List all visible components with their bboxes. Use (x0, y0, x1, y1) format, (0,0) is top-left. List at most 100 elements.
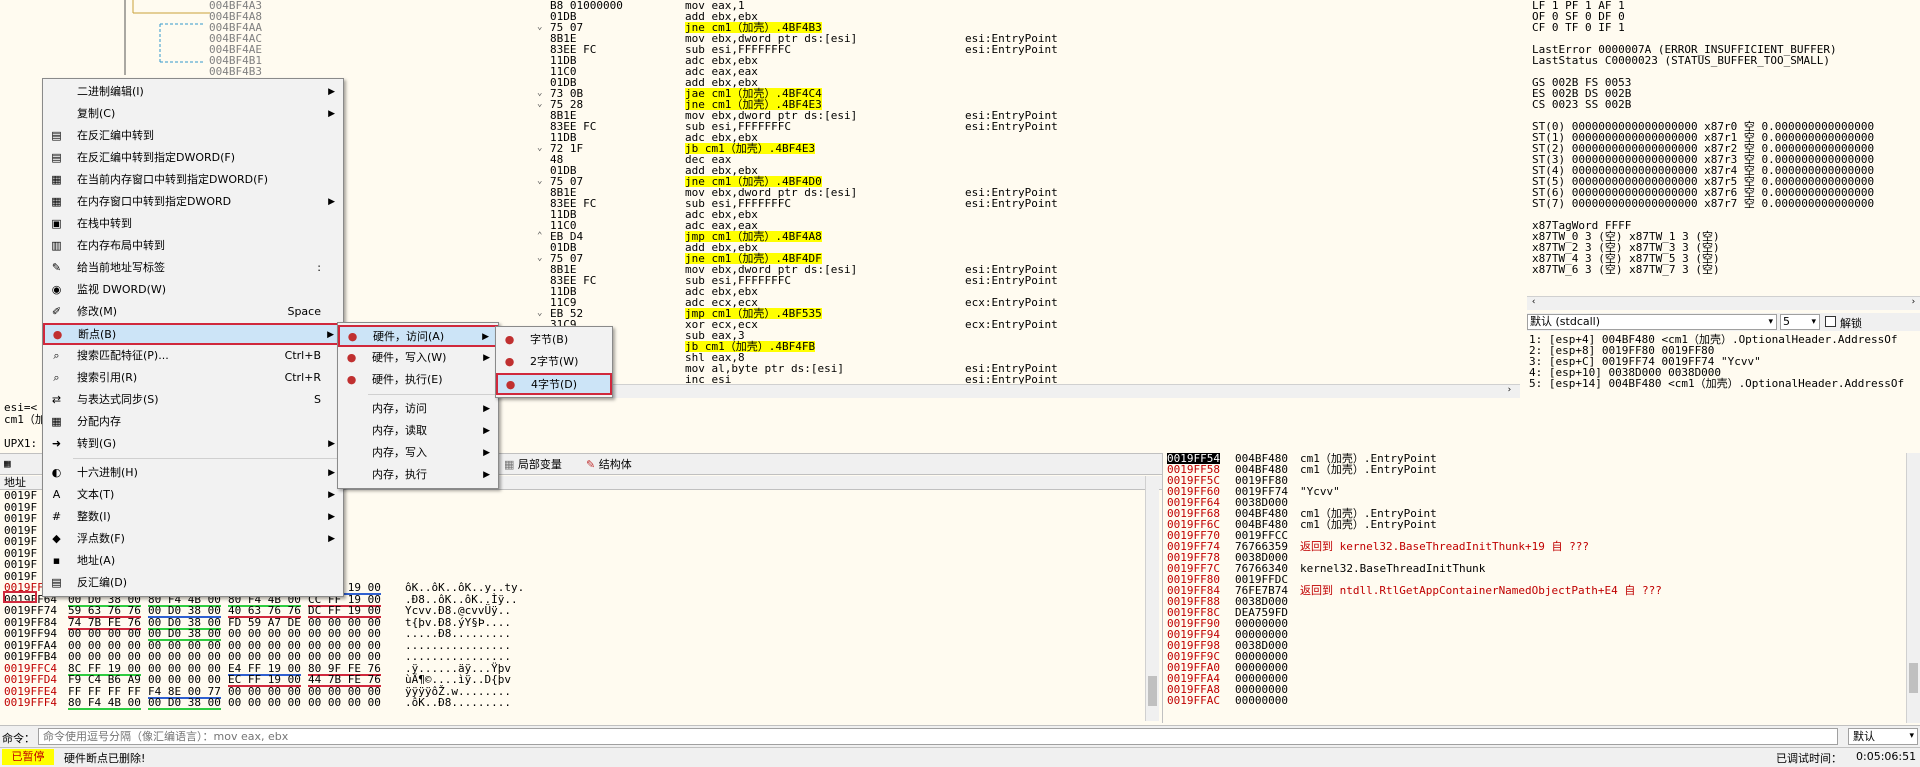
disasm-row[interactable]: 01DB add ebx,ebx (505, 11, 1520, 22)
dump-address[interactable]: 0019FFB4 (4, 651, 57, 662)
menu-item[interactable]: 内存，访问 ▶ (338, 398, 498, 420)
register-line[interactable]: CF 0 TF 0 IF 1 (1532, 22, 1874, 33)
dump-hex-group[interactable]: 00 00 00 00 (308, 640, 381, 651)
menu-item[interactable]: ● 2字节(W) (496, 351, 612, 373)
register-line[interactable]: CS 0023 SS 002B (1532, 99, 1874, 110)
dump-hex-group[interactable]: 00 00 00 00 (148, 640, 221, 651)
dump-hex-group[interactable]: 00 00 00 00 (148, 651, 221, 662)
menu-item[interactable]: ◆ 浮点数(F) ▶ (43, 528, 343, 550)
dump-address[interactable]: 0019F (4, 502, 37, 513)
stack-view[interactable]: 0019FF54 004BF480 cm1（加壳）.EntryPoint 0019FF… (1162, 453, 1920, 723)
dump-hex-group[interactable]: 00 D0 38 00 (148, 697, 221, 710)
disassembly-view[interactable]: B8 01000000 mov eax,1 01DB add ebx,ebx ⌄ 75 0… (505, 0, 1520, 384)
chevron-down-icon[interactable]: ▾ (1811, 315, 1816, 329)
menu-item[interactable]: 内存，写入 ▶ (338, 442, 498, 464)
scroll-left-icon[interactable]: ‹ (1531, 297, 1536, 307)
disasm-row[interactable]: B8 01000000 mov eax,1 (505, 0, 1520, 11)
disasm-row[interactable]: 01DB add ebx,ebx (505, 165, 1520, 176)
menu-item[interactable]: ● 4字节(D) (496, 373, 612, 395)
disasm-row[interactable]: jb cm1（加壳）.4BF4FB (505, 341, 1520, 352)
menu-item[interactable]: ◉ 监视 DWORD(W) (43, 279, 343, 301)
register-line[interactable]: x87TW_6 3 (空) x87TW_7 3 (空) (1532, 264, 1874, 275)
dump-row[interactable]: 0019FF94 00 00 00 00 00 D0 38 00 00 00 00 0… (0, 628, 1150, 641)
menu-item[interactable]: ● 断点(B) ▶ (43, 323, 343, 345)
menu-item[interactable]: ➜ 转到(G) ▶ (43, 433, 343, 455)
dump-hex-group[interactable]: 00 00 00 00 (68, 651, 141, 662)
call-args-view[interactable]: 1: [esp+4] 004BF480 <cm1（加壳）.OptionalHea… (1527, 332, 1920, 452)
dump-hex-group[interactable]: 00 00 00 00 (228, 697, 301, 708)
dump-hex-group[interactable]: 00 00 00 00 (68, 628, 141, 639)
menu-item[interactable]: ▦ 分配内存 (43, 411, 343, 433)
disasm-row[interactable]: sub eax,3 (505, 330, 1520, 341)
menu-item[interactable]: 复制(C) ▶ (43, 103, 343, 125)
registers-hscroll[interactable]: ‹ › (1527, 296, 1920, 310)
dump-address[interactable]: 0019F (4, 490, 37, 501)
dump-hex-group[interactable]: 00 00 00 00 (308, 628, 381, 639)
dump-address[interactable]: 0019FF94 (4, 628, 57, 639)
dump-hex-group[interactable]: 00 00 00 00 (148, 663, 221, 674)
unlock-checkbox[interactable] (1825, 316, 1836, 327)
command-mode-select[interactable]: 默认 ▾ (1848, 728, 1918, 745)
menu-item[interactable]: ● 硬件，执行(E) (338, 369, 498, 391)
dump-hex-group[interactable]: 00 00 00 00 (308, 697, 381, 708)
dump-row[interactable]: 0019FFF4 80 F4 4B 00 00 D0 38 00 00 00 00 0… (0, 697, 1150, 710)
dump-hex-group[interactable]: 00 00 00 00 (148, 674, 221, 685)
scroll-right-icon[interactable]: › (1911, 297, 1916, 307)
menu-item[interactable]: ✎ 给当前地址写标签: (43, 257, 343, 279)
tab-struct[interactable]: ✎ 结构体 (580, 456, 638, 474)
arg-count-spinner[interactable]: 5 ▾ (1780, 314, 1820, 330)
dump-address[interactable]: 0019F (4, 559, 37, 570)
dump-hex-group[interactable]: 80 F4 4B 00 (68, 697, 141, 710)
dump-address[interactable]: 0019F (4, 525, 37, 536)
dump-ascii[interactable]: ................ (405, 651, 511, 662)
graph-address[interactable]: 004BF4B3 (209, 66, 262, 75)
menu-item[interactable]: ⌕ 搜索引用(R) Ctrl+R (43, 367, 343, 389)
dump-ascii[interactable]: .Ð8..ôK..ôK..Ìÿ.. (405, 594, 518, 605)
dump-hex-group[interactable]: FD 59 A7 DE (228, 617, 301, 628)
menu-item[interactable]: 内存，读取 ▶ (338, 420, 498, 442)
disasm-row[interactable]: 11C0 adc eax,eax (505, 66, 1520, 77)
disasm-row[interactable]: 83EE FC sub esi,FFFFFFFC esi:EntryPoint (505, 198, 1520, 209)
dump-hex-group[interactable]: F9 C4 B6 A9 (68, 674, 141, 685)
menu-item[interactable]: ▤ 在反汇编中转到指定DWORD(F) (43, 147, 343, 169)
dump-ascii[interactable]: Ycvv.Ð8.@cvvÜÿ.. (405, 605, 511, 616)
dump-address[interactable]: 0019F (4, 513, 37, 524)
menu-item[interactable]: ▦ 在当前内存窗口中转到指定DWORD(F) (43, 169, 343, 191)
disasm-row[interactable]: 11C9 adc ecx,ecx ecx:EntryPoint (505, 297, 1520, 308)
menu-item[interactable]: ⇄ 与表达式同步(S) S (43, 389, 343, 411)
menu-item[interactable]: ● 字节(B) (496, 329, 612, 351)
menu-item[interactable]: ✐ 修改(M) Space (43, 301, 343, 323)
dump-ascii[interactable]: t{þv.Ð8.ýY§Þ.... (405, 617, 511, 628)
menu-item[interactable]: ● 硬件，写入(W) ▶ (338, 347, 498, 369)
dump-ascii[interactable]: .ôK..Ð8......... (405, 697, 511, 708)
menu-item[interactable]: ▤ 在反汇编中转到 (43, 125, 343, 147)
dump-address[interactable]: 0019FFD4 (4, 674, 57, 685)
dump-ascii[interactable]: ÿÿÿÿôŽ.w........ (405, 686, 511, 697)
dump-hex-group[interactable]: 00 00 00 00 (308, 617, 381, 628)
stack-address[interactable]: 0019FFAC (1167, 695, 1220, 706)
disasm-row[interactable]: 48 dec eax (505, 154, 1520, 165)
stack-vscroll[interactable] (1906, 453, 1920, 723)
disassembly-hscroll-bar[interactable]: ‹ › (505, 384, 1520, 398)
disasm-row[interactable]: 83EE FC sub esi,FFFFFFFC esi:EntryPoint (505, 275, 1520, 286)
dump-hex-group[interactable]: 00 00 00 00 (228, 628, 301, 639)
dump-vscroll[interactable] (1145, 476, 1159, 721)
dump-ascii[interactable]: .....Ð8......... (405, 628, 511, 639)
call-arg[interactable]: 5: [esp+14] 004BF480 <cm1（加壳）.OptionalHe… (1529, 378, 1904, 389)
callconv-select[interactable]: 默认 (stdcall) ▾ (1527, 314, 1777, 330)
dump-vscroll-thumb[interactable] (1148, 676, 1157, 706)
dump-address[interactable]: 0019FFA4 (4, 640, 57, 651)
tab-local-vars[interactable]: ▦ 局部变量 (498, 456, 568, 474)
chevron-down-icon[interactable]: ▾ (1768, 315, 1773, 329)
disasm-row[interactable]: 31C9 xor ecx,ecx ecx:EntryPoint (505, 319, 1520, 330)
disasm-row[interactable]: ⌃ EB D4 jmp cm1（加壳）.4BF4A8 (505, 231, 1520, 242)
disasm-row[interactable]: 11DB adc ebx,ebx (505, 55, 1520, 66)
chevron-down-icon[interactable]: ▾ (1909, 729, 1914, 744)
dump-hex-group[interactable]: 00 00 00 00 (228, 640, 301, 651)
dump-row[interactable]: 0019FF74 59 63 76 76 00 D0 38 00 40 63 76 7… (0, 605, 1150, 618)
dump-hex-group[interactable]: 00 00 00 00 (228, 651, 301, 662)
menu-item[interactable]: A 文本(T) ▶ (43, 484, 343, 506)
dump-tab-icon[interactable]: ▦ (4, 457, 11, 470)
menu-item[interactable]: ⌕ 搜索匹配特征(P)... Ctrl+B (43, 345, 343, 367)
menu-item[interactable]: # 整数(I) ▶ (43, 506, 343, 528)
